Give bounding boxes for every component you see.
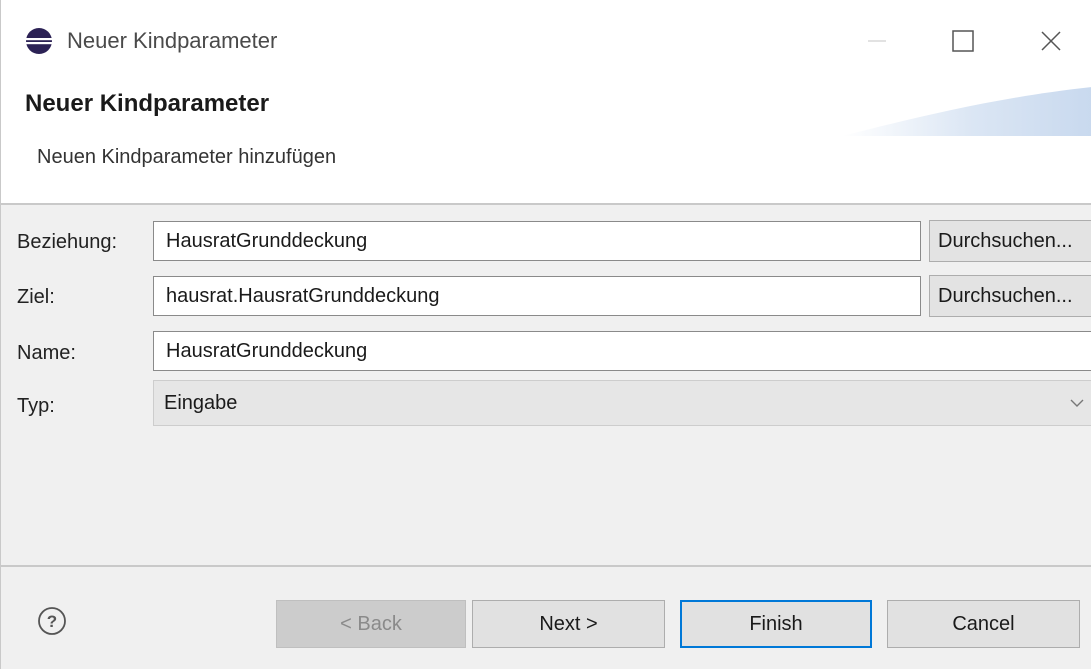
help-icon[interactable]: ? bbox=[37, 606, 67, 636]
typ-select[interactable]: Eingabe bbox=[153, 380, 1091, 426]
cancel-button[interactable]: Cancel bbox=[887, 600, 1080, 648]
close-icon bbox=[1041, 31, 1061, 51]
beziehung-label: Beziehung: bbox=[17, 231, 118, 253]
header-banner-graphic bbox=[842, 87, 1091, 136]
footer-divider bbox=[1, 565, 1091, 567]
finish-button[interactable]: Finish bbox=[680, 600, 872, 648]
name-field[interactable]: HausratGrunddeckung bbox=[153, 331, 1091, 371]
maximize-button[interactable] bbox=[937, 15, 989, 67]
wizard-header: Neuer Kindparameter Neuen Kindparameter … bbox=[1, 86, 1091, 203]
dialog-window: Neuer Kindparameter Neuer Kindparameter … bbox=[0, 0, 1091, 669]
beziehung-field[interactable]: HausratGrunddeckung bbox=[153, 221, 921, 261]
typ-selected-value: Eingabe bbox=[164, 392, 238, 414]
page-description: Neuen Kindparameter hinzufügen bbox=[37, 146, 337, 168]
ziel-browse-button[interactable]: Durchsuchen... bbox=[929, 275, 1091, 317]
maximize-icon bbox=[952, 30, 974, 52]
window-title: Neuer Kindparameter bbox=[67, 28, 278, 53]
svg-text:?: ? bbox=[47, 612, 57, 631]
ziel-label: Ziel: bbox=[17, 286, 55, 308]
next-button[interactable]: Next > bbox=[472, 600, 665, 648]
eclipse-icon bbox=[26, 28, 52, 54]
minimize-button[interactable] bbox=[851, 15, 903, 67]
close-button[interactable] bbox=[1025, 15, 1077, 67]
chevron-down-icon bbox=[1070, 399, 1084, 407]
beziehung-browse-button[interactable]: Durchsuchen... bbox=[929, 220, 1091, 262]
name-label: Name: bbox=[17, 342, 76, 364]
typ-label: Typ: bbox=[17, 395, 55, 417]
header-divider bbox=[1, 203, 1091, 205]
title-bar[interactable]: Neuer Kindparameter bbox=[1, 0, 1091, 86]
page-title: Neuer Kindparameter bbox=[25, 90, 270, 117]
back-button[interactable]: < Back bbox=[276, 600, 466, 648]
ziel-field[interactable]: hausrat.HausratGrunddeckung bbox=[153, 276, 921, 316]
minimize-icon bbox=[868, 40, 886, 42]
